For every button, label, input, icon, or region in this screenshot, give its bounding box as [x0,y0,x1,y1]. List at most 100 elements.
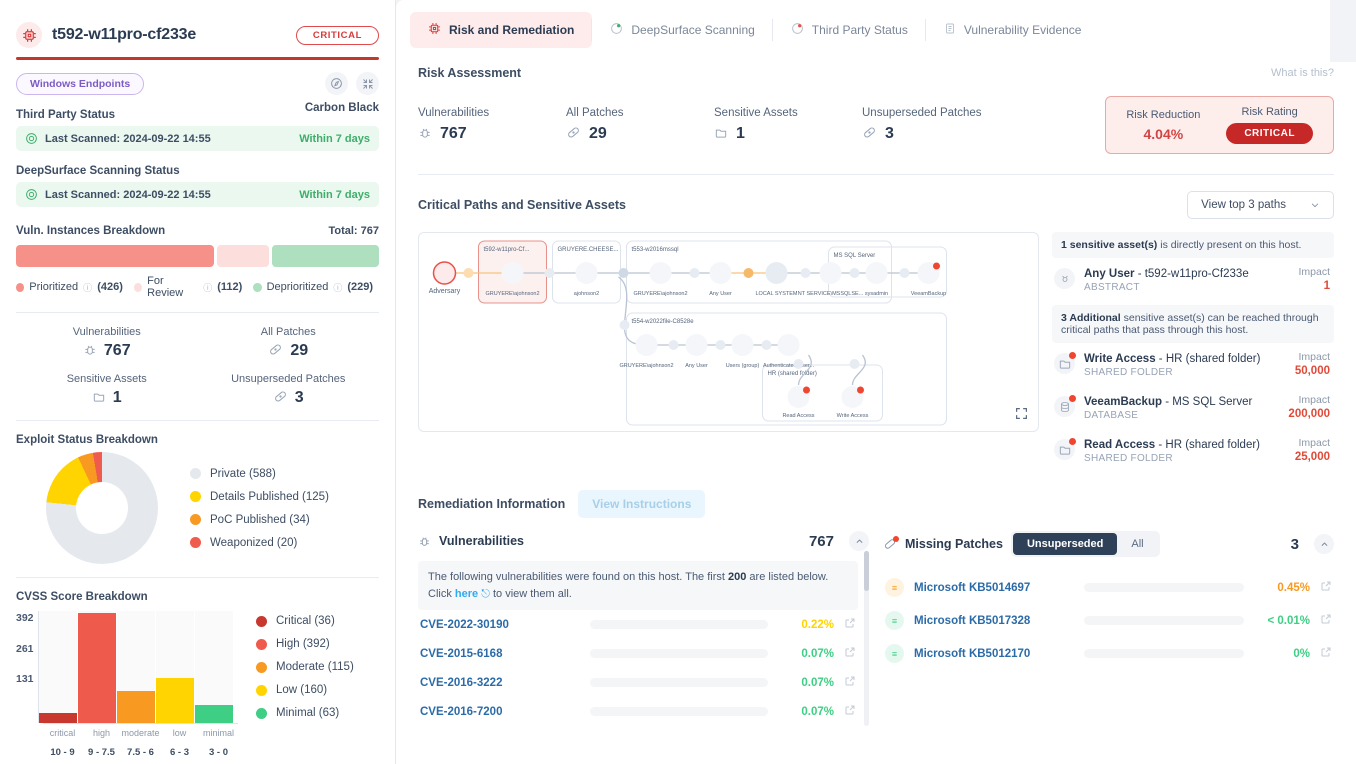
exploit-legend-item-1: Details Published (125) [190,491,329,503]
bar-col-3 [156,611,195,723]
patch-filter-all[interactable]: All [1117,533,1157,555]
x-tick-4: minimal 3 - 0 [199,724,238,758]
vuln-segment-1[interactable] [217,245,269,267]
asset-type: DATABASE [1084,410,1279,421]
cvss-chart: 3922611310 critical 10 - 9 high 9 - 7.5 … [16,611,379,758]
additional-assets-note: 3 Additional sensitive asset(s) can be r… [1052,305,1334,343]
patches-count: 3 [1291,536,1299,553]
help-icon[interactable]: ⓘ [83,281,92,294]
risk-percent: 0.07% [778,648,834,660]
vulnerability-row[interactable]: CVE-2016-3222 0.07% [418,668,858,697]
third-party-last-scanned: Last Scanned: 2024-09-22 14:55 [45,133,211,145]
y-tick-0: 392 [16,613,34,624]
bar-critical[interactable] [39,713,77,723]
external-link-icon[interactable] [1320,646,1332,661]
bar-moderate[interactable] [117,691,155,723]
attack-path-graph[interactable]: .gb{fill:none;stroke:#dde3ec;stroke-widt… [418,232,1039,432]
cve-id[interactable]: CVE-2015-6168 [420,648,580,660]
abstract-icon [1054,268,1075,289]
y-tick-1: 261 [16,644,34,655]
tab-vulnerability-evidence[interactable]: Vulnerability Evidence [926,12,1100,48]
direct-asset-0[interactable]: Any User - t592-w11pro-Cf233e ABSTRACT I… [1052,258,1334,301]
kpi-value: 29 [290,342,308,360]
external-link-icon[interactable] [1320,580,1332,595]
view-paths-dropdown[interactable]: View top 3 paths [1187,191,1334,219]
legend-count-1: (112) [217,281,242,293]
vulnerability-row[interactable]: CVE-2015-6168 0.07% [418,639,858,668]
vuln-breakdown-bar [16,245,379,267]
bar-low[interactable] [156,678,194,723]
patches-title: Missing Patches [905,537,1003,551]
cpu-chip-icon [16,22,42,48]
tab-third-party-status[interactable]: Third Party Status [773,12,926,48]
vulnerabilities-scrollbar[interactable] [864,551,869,726]
what-is-this-link[interactable]: What is this? [1271,67,1334,79]
database-icon [1054,396,1075,417]
sidebar-kpi-1: All Patches 29 [198,326,380,360]
x-name: low [160,728,199,738]
help-icon[interactable]: ⓘ [333,281,342,294]
tag-row: Windows Endpoints [16,72,379,95]
cvss-x-axis: critical 10 - 9 high 9 - 7.5 moderate 7.… [43,723,238,758]
direct-note-strong: 1 sensitive asset(s) [1061,239,1157,251]
scrollbar-thumb[interactable] [864,551,869,591]
expand-icon[interactable] [1015,407,1028,423]
patch-row[interactable]: ≡ Microsoft KB5017328 < 0.01% [883,604,1334,637]
cvss-legend-item-1: High (392) [256,638,354,650]
additional-asset-2[interactable]: Read Access - HR (shared folder) SHARED … [1052,429,1334,472]
help-icon[interactable]: ⓘ [203,281,212,294]
additional-asset-1[interactable]: VeeamBackup - MS SQL Server DATABASE Imp… [1052,386,1334,429]
external-link-icon[interactable] [844,646,856,661]
patch-row[interactable]: ≡ Microsoft KB5014697 0.45% [883,571,1334,604]
tab-risk-and-remediation[interactable]: Risk and Remediation [410,12,592,48]
tab-deepsurface-scanning[interactable]: DeepSurface Scanning [592,12,772,48]
critical-paths-header: Critical Paths and Sensitive Assets View… [418,191,1334,219]
patch-row[interactable]: ≡ Microsoft KB5012170 0% [883,637,1334,670]
cve-id[interactable]: CVE-2016-3222 [420,677,580,689]
legend-dot-0 [16,283,24,292]
kpi-value: 29 [589,125,607,143]
folder-icon [1054,439,1075,460]
patch-name[interactable]: Microsoft KB5012170 [914,648,1074,660]
view-all-link[interactable]: here [455,588,478,600]
external-link-icon[interactable] [844,617,856,632]
legend-count-2: (229) [347,281,373,293]
compass-icon[interactable] [325,72,348,95]
cve-id[interactable]: CVE-2016-7200 [420,706,580,718]
patch-name[interactable]: Microsoft KB5017328 [914,615,1074,627]
vuln-segment-0[interactable] [16,245,214,267]
x-tick-1: high 9 - 7.5 [82,724,121,758]
collapse-icon[interactable] [356,72,379,95]
tab-bar: Risk and Remediation DeepSurface Scannin… [396,0,1330,62]
patches-collapse-icon[interactable] [1314,534,1334,554]
vuln-segment-2[interactable] [272,245,379,267]
x-range: 6 - 3 [160,747,199,758]
bug-icon [418,126,432,143]
view-instructions-button[interactable]: View Instructions [578,490,705,518]
x-range: 9 - 7.5 [82,747,121,758]
kpi-label: Unsuperseded Patches [862,107,1010,119]
external-link-icon[interactable] [844,675,856,690]
attack-graph-svg: .gb{fill:none;stroke:#dde3ec;stroke-widt… [419,233,1038,432]
x-name: moderate [121,728,160,738]
vulnerability-row[interactable]: CVE-2016-7200 0.07% [418,697,858,726]
external-link-icon[interactable] [844,704,856,719]
vulnerability-row[interactable]: CVE-2022-30190 0.22% [418,610,858,639]
patch-name[interactable]: Microsoft KB5014697 [914,582,1074,594]
direct-assets-note: 1 sensitive asset(s) is directly present… [1052,232,1334,258]
vuln-breakdown-total: Total: 767 [328,225,379,237]
additional-asset-0[interactable]: Write Access - HR (shared folder) SHARED… [1052,343,1334,386]
chevron-down-icon [1310,200,1320,210]
impact-label: Impact [1288,394,1330,406]
bar-high[interactable] [78,613,116,723]
cve-id[interactable]: CVE-2022-30190 [420,619,580,631]
legend-label: Details Published (125) [210,491,329,503]
bar-minimal[interactable] [195,705,233,723]
bandage-red-icon [883,537,897,551]
group-tag[interactable]: Windows Endpoints [16,73,144,95]
vulnerabilities-collapse-icon[interactable] [849,531,869,551]
external-link-icon[interactable] [1320,613,1332,628]
legend-label: Private (588) [210,468,276,480]
patch-filter-unsuperseded[interactable]: Unsuperseded [1013,533,1117,555]
host-sidebar: t592-w11pro-cf233e CRITICAL Windows Endp… [0,0,396,764]
